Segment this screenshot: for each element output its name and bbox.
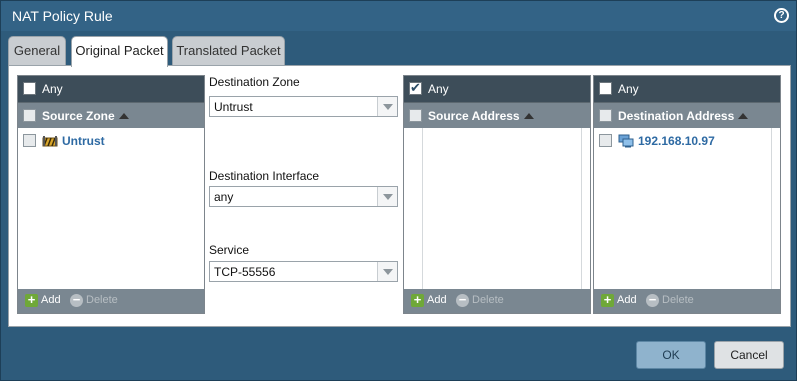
destination-address-add-button[interactable]: + Add <box>601 293 641 309</box>
sort-ascending-icon[interactable] <box>523 113 534 119</box>
row-checkbox[interactable] <box>23 134 36 147</box>
delete-label: Delete <box>86 294 118 306</box>
destination-address-column-title: Destination Address <box>618 109 749 123</box>
source-zone-column-title: Source Zone <box>42 109 129 123</box>
destination-address-row[interactable]: 192.168.10.97 <box>594 130 780 152</box>
zone-icon <box>42 136 58 147</box>
source-address-add-button[interactable]: + Add <box>411 293 451 309</box>
ok-button[interactable]: OK <box>636 341 706 369</box>
destination-zone-value: Untrust <box>214 100 253 114</box>
address-object-icon <box>618 134 634 148</box>
delete-label: Delete <box>472 294 504 306</box>
destination-address-select-all-checkbox[interactable] <box>599 109 612 122</box>
service-value: TCP-55556 <box>214 265 276 279</box>
add-icon: + <box>411 293 424 307</box>
cancel-button[interactable]: Cancel <box>714 341 784 369</box>
delete-icon: − <box>70 293 83 307</box>
destination-address-column-label: Destination Address <box>618 109 735 123</box>
source-zone-value[interactable]: Untrust <box>62 134 105 148</box>
service-label: Service <box>209 243 250 257</box>
source-address-column-header[interactable]: Source Address <box>404 102 590 128</box>
original-packet-content: Any Source Zone Untrust + Add − Delete D… <box>8 65 791 327</box>
source-address-column-label: Source Address <box>428 109 520 123</box>
chevron-down-icon[interactable] <box>377 187 397 206</box>
column-divider <box>581 128 582 289</box>
source-address-any-header: Any <box>404 76 590 102</box>
source-zone-any-header: Any <box>18 76 204 102</box>
source-address-panel: Any Source Address + Add − Delete <box>403 75 591 314</box>
destination-zone-label: Destination Zone <box>209 75 300 89</box>
source-address-any-checkbox[interactable] <box>409 80 422 96</box>
column-divider <box>771 128 772 289</box>
destination-address-any-header: Any <box>594 76 780 102</box>
add-icon: + <box>601 293 614 307</box>
destination-address-any-label: Any <box>618 82 639 96</box>
chevron-down-icon[interactable] <box>377 97 397 116</box>
source-zone-footer: + Add − Delete <box>18 289 204 313</box>
destination-address-delete-button[interactable]: − Delete <box>646 293 696 309</box>
delete-icon: − <box>646 293 659 307</box>
source-address-select-all-checkbox[interactable] <box>409 109 422 122</box>
source-address-any-label: Any <box>428 82 449 96</box>
source-zone-add-button[interactable]: + Add <box>25 293 65 309</box>
title-bar: NAT Policy Rule ? <box>1 1 796 31</box>
add-label: Add <box>41 294 61 306</box>
help-icon[interactable]: ? <box>774 8 789 23</box>
add-icon: + <box>25 293 38 307</box>
source-zone-column-label: Source Zone <box>42 109 115 123</box>
source-zone-any-checkbox[interactable] <box>23 82 36 95</box>
delete-icon: − <box>456 293 469 307</box>
service-select[interactable]: TCP-55556 <box>209 261 398 282</box>
source-address-footer: + Add − Delete <box>404 289 590 313</box>
sort-ascending-icon[interactable] <box>118 113 129 119</box>
destination-address-footer: + Add − Delete <box>594 289 780 313</box>
destination-address-panel: Any Destination Address 192.168.10.97 + <box>593 75 781 314</box>
source-zone-select-all-checkbox[interactable] <box>23 109 36 122</box>
sort-ascending-icon[interactable] <box>738 113 749 119</box>
destination-address-any-checkbox[interactable] <box>599 82 612 95</box>
row-checkbox[interactable] <box>599 134 612 147</box>
destination-interface-value: any <box>214 190 234 204</box>
nat-policy-rule-dialog: NAT Policy Rule ? General Original Packe… <box>0 0 797 381</box>
delete-label: Delete <box>662 294 694 306</box>
destination-interface-label: Destination Interface <box>209 169 320 183</box>
tab-original-packet[interactable]: Original Packet <box>71 36 168 67</box>
source-zone-column-header[interactable]: Source Zone <box>18 102 204 128</box>
destination-interface-select[interactable]: any <box>209 186 398 207</box>
dialog-title: NAT Policy Rule <box>12 8 113 24</box>
destination-address-column-header[interactable]: Destination Address <box>594 102 780 128</box>
source-address-column-title: Source Address <box>428 109 534 123</box>
add-label: Add <box>617 294 637 306</box>
source-zone-any-label: Any <box>42 82 63 96</box>
add-label: Add <box>427 294 447 306</box>
source-zone-row[interactable]: Untrust <box>18 130 204 152</box>
source-address-delete-button[interactable]: − Delete <box>456 293 506 309</box>
tab-translated-packet[interactable]: Translated Packet <box>172 36 285 66</box>
column-divider <box>422 128 423 289</box>
chevron-down-icon[interactable] <box>377 262 397 281</box>
destination-address-value[interactable]: 192.168.10.97 <box>638 134 715 148</box>
destination-zone-select[interactable]: Untrust <box>209 96 398 117</box>
tab-general[interactable]: General <box>8 36 66 66</box>
source-zone-delete-button[interactable]: − Delete <box>70 293 120 309</box>
source-zone-panel: Any Source Zone Untrust + Add − Delete <box>17 75 205 314</box>
